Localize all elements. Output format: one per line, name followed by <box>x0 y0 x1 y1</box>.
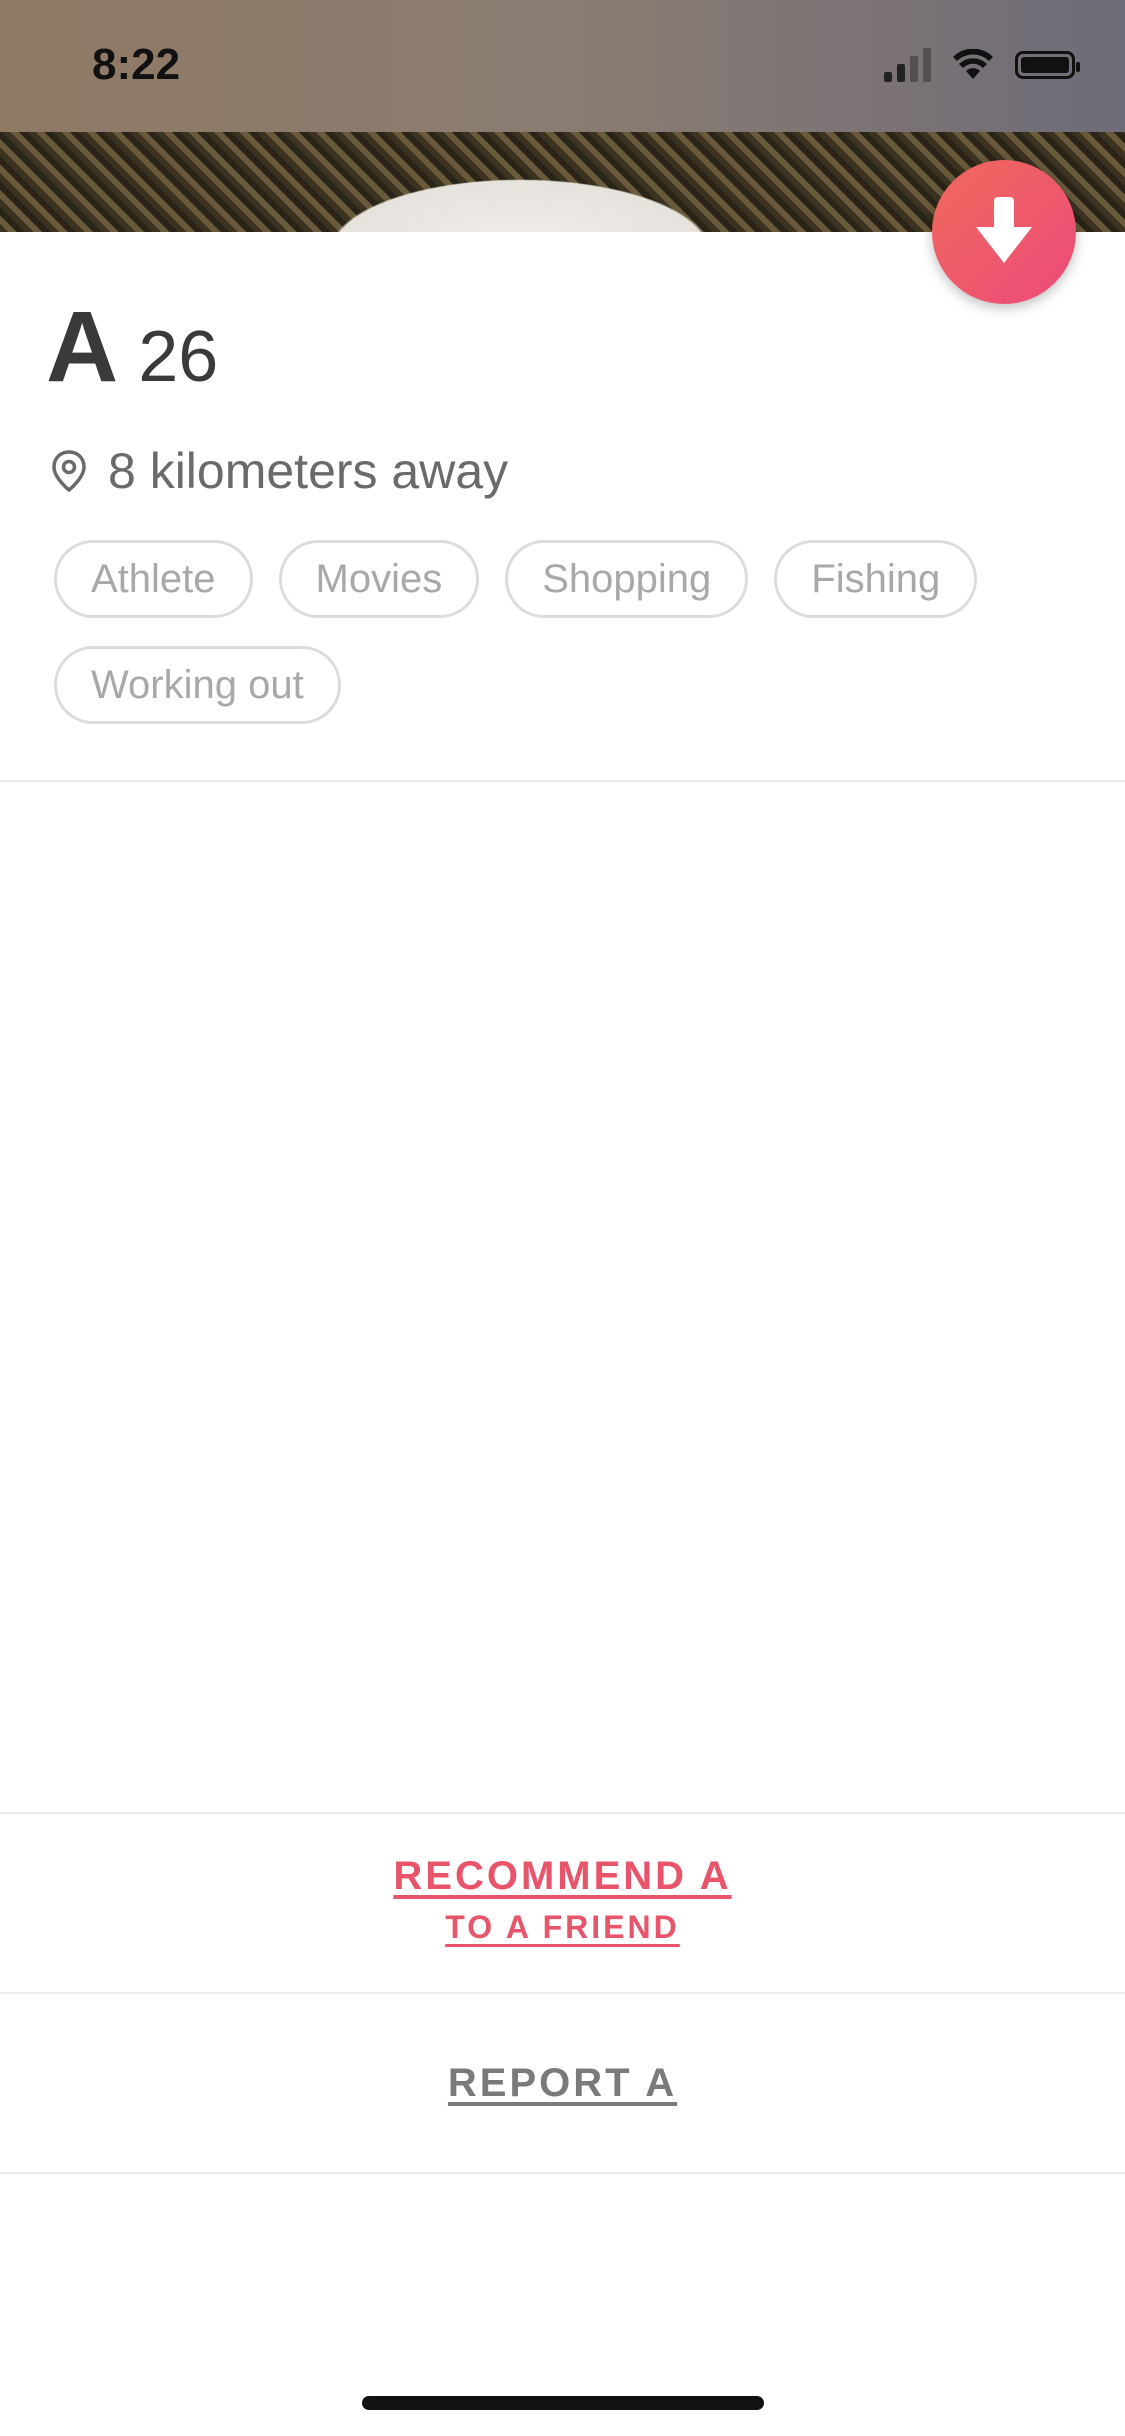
cellular-signal-icon <box>884 48 931 82</box>
recommend-sublabel: TO A FRIEND <box>445 1909 680 1945</box>
wifi-icon <box>953 49 993 79</box>
report-profile-link[interactable]: REPORT A <box>0 1994 1125 2172</box>
interest-tag: Working out <box>54 646 341 724</box>
interest-tag: Shopping <box>505 540 749 618</box>
location-pin-icon <box>52 450 86 492</box>
profile-name: A <box>46 291 119 403</box>
profile-bio-area <box>48 830 1078 1730</box>
profile-age: 26 <box>138 317 219 397</box>
status-time: 8:22 <box>92 40 181 89</box>
interest-tag: Movies <box>278 540 480 618</box>
divider <box>0 780 1125 782</box>
report-label: REPORT A <box>447 2060 678 2105</box>
status-bar: 8:22 <box>0 0 1125 132</box>
distance-text: 8 kilometers away <box>108 443 509 499</box>
distance-row: 8 kilometers away <box>52 442 508 500</box>
interest-tag: Fishing <box>774 540 978 618</box>
battery-icon <box>1015 51 1080 79</box>
recommend-label: RECOMMEND A <box>393 1854 732 1898</box>
interest-tags: Athlete Movies Shopping Fishing Working … <box>54 540 1074 724</box>
recommend-to-friend-link[interactable]: RECOMMEND A TO A FRIEND <box>0 1810 1125 1990</box>
name-age-row: A 26 <box>46 290 218 405</box>
status-icons <box>884 48 1080 82</box>
collapse-profile-button[interactable] <box>932 160 1076 304</box>
divider <box>0 2172 1125 2174</box>
interest-tag: Athlete <box>54 540 253 618</box>
home-indicator[interactable] <box>362 2396 764 2410</box>
arrow-down-icon <box>976 197 1032 263</box>
